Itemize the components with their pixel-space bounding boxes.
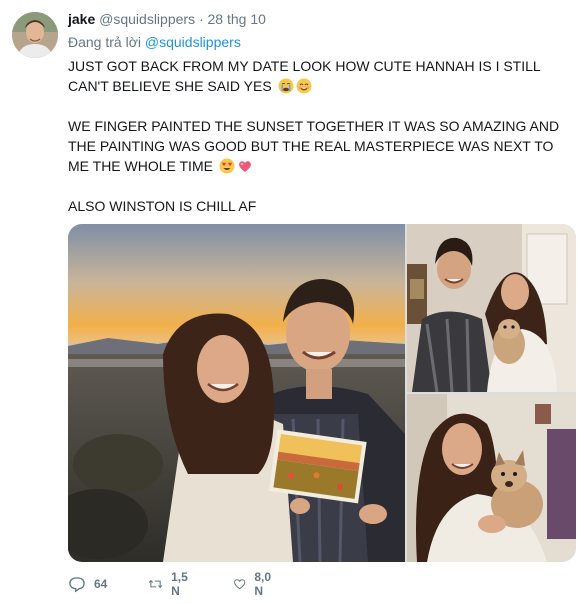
separator: · (198, 11, 204, 27)
heart-icon (234, 579, 246, 590)
avatar-photo (12, 12, 58, 58)
media-grid (68, 224, 576, 562)
sparkling-heart-icon (238, 161, 251, 172)
smiling-face-with-smiling-eyes-icon (296, 78, 312, 94)
photo-woman-puppy[interactable] (407, 394, 576, 562)
tweet-paragraph-text: WE FINGER PAINTED THE SUNSET TOGETHER IT… (68, 118, 560, 174)
avatar[interactable] (12, 12, 58, 58)
reply-count: 64 (94, 577, 108, 591)
tweet-text: JUST GOT BACK FROM MY DATE LOOK HOW CUTE… (68, 56, 568, 216)
tweet-paragraph: WE FINGER PAINTED THE SUNSET TOGETHER IT… (68, 116, 568, 176)
photo-image (68, 224, 405, 562)
tweet: jake @squidslippers · 28 thg 10 Đang trả… (0, 0, 586, 604)
tweet-paragraph: JUST GOT BACK FROM MY DATE LOOK HOW CUTE… (68, 56, 568, 96)
reply-mention[interactable]: @squidslippers (145, 34, 241, 50)
tweet-header: jake @squidslippers · 28 thg 10 (68, 10, 266, 28)
retweet-button[interactable]: 1,5 N (148, 570, 193, 598)
photo-image (407, 394, 576, 562)
like-button[interactable]: 8,0 N (233, 570, 276, 598)
retweet-icon (148, 579, 163, 589)
crying-face-icon (278, 78, 294, 94)
reply-context: Đang trả lời @squidslippers (68, 33, 241, 51)
heart-eyes-face-icon (219, 158, 235, 174)
reply-prefix: Đang trả lời (68, 34, 141, 50)
photo-image (407, 224, 576, 392)
like-count: 8,0 N (254, 570, 272, 598)
tweet-paragraph: ALSO WINSTON IS CHILL AF (68, 198, 257, 214)
retweet-count: 1,5 N (171, 570, 188, 598)
tweet-date[interactable]: 28 thg 10 (208, 11, 266, 27)
reply-button[interactable]: 64 (68, 575, 107, 593)
speech-bubble-icon (69, 577, 85, 593)
photo-couple-sunset[interactable] (68, 224, 405, 562)
photo-couple-puppy[interactable] (407, 224, 576, 392)
author-handle[interactable]: @squidslippers (99, 11, 195, 27)
author-name[interactable]: jake (68, 11, 95, 27)
